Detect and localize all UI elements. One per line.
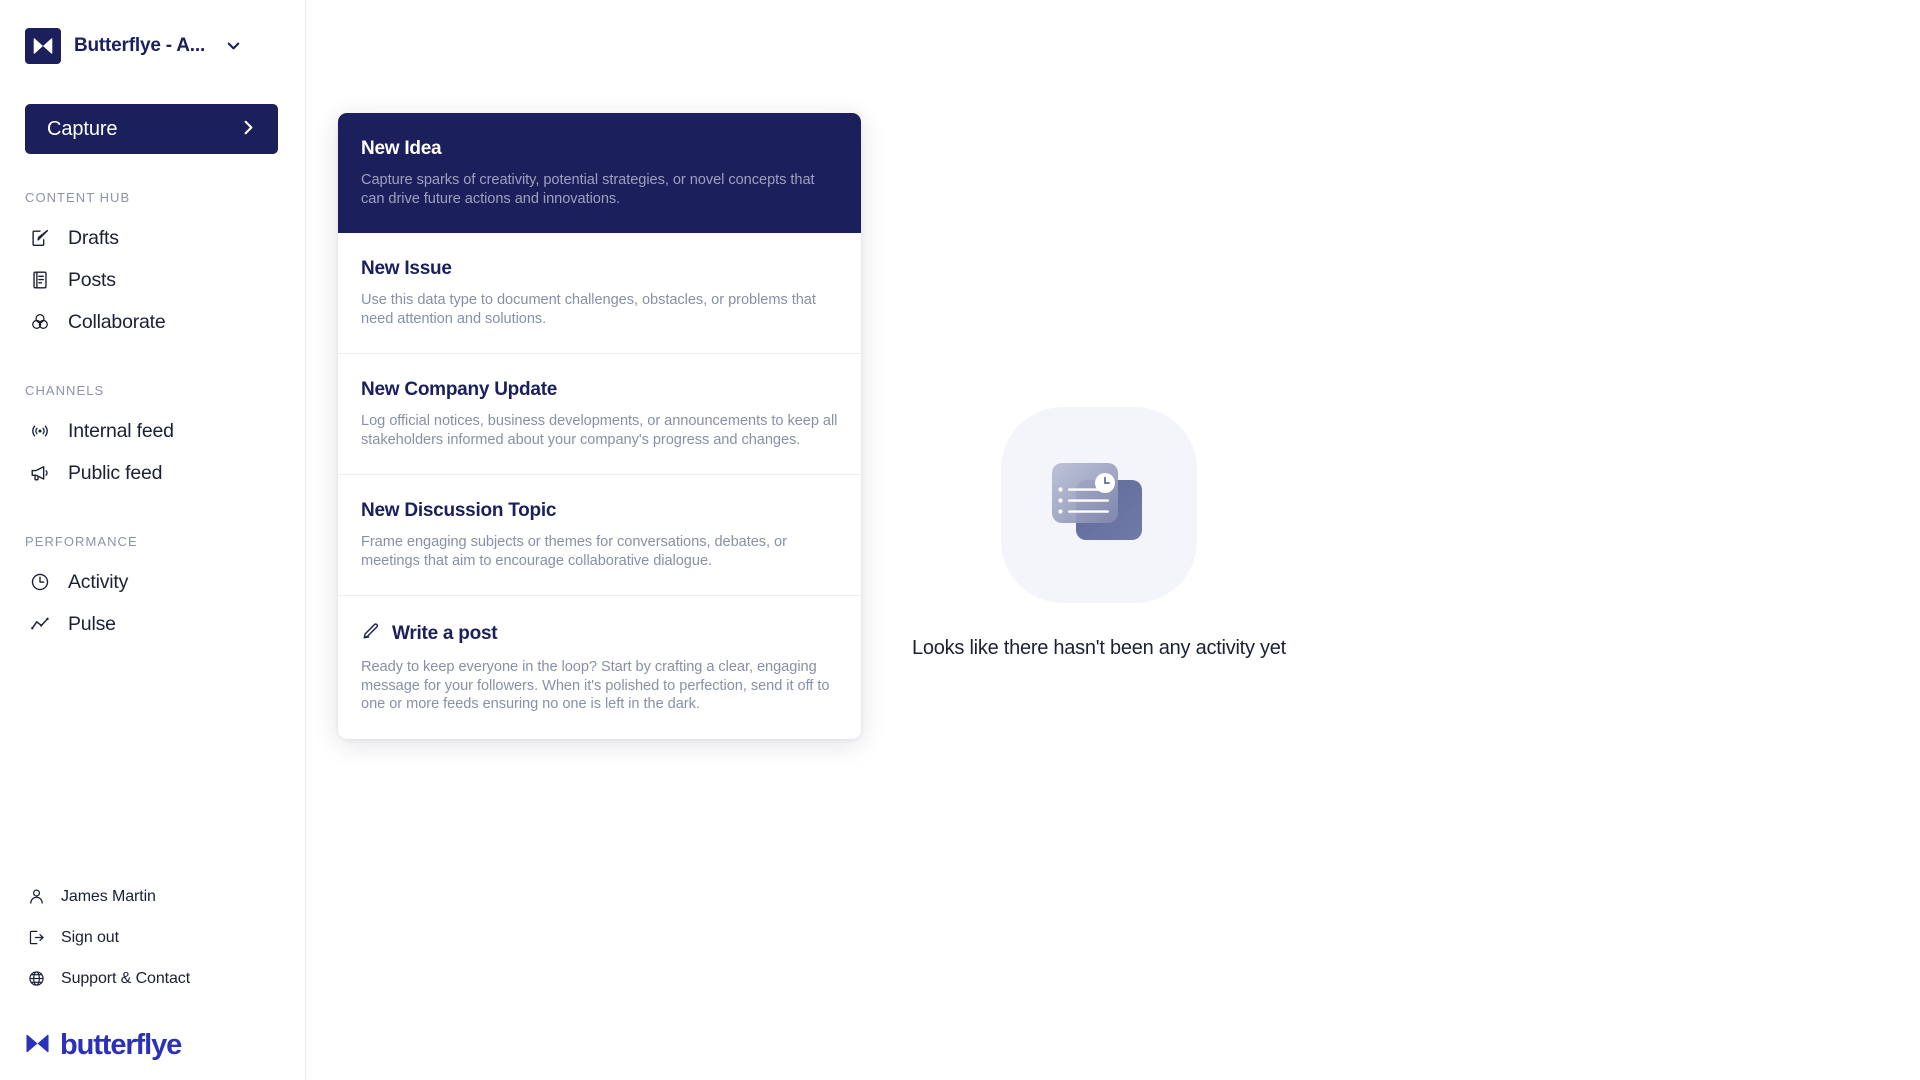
capture-option-title: New Idea	[361, 138, 442, 159]
edit-square-icon	[28, 226, 52, 250]
nav-heading-channels: CHANNELS	[25, 383, 105, 398]
sidebar-item-label: Collaborate	[68, 310, 166, 333]
megaphone-icon	[28, 461, 52, 485]
sidebar-item-label: Sign out	[61, 928, 119, 946]
app-root: Butterflye - A... Capture CONTENT HUB Dr…	[0, 0, 1920, 1080]
document-lines-icon	[28, 268, 52, 292]
sidebar-item-sign-out[interactable]: Sign out	[0, 917, 306, 958]
sidebar-item-drafts[interactable]: Drafts	[0, 217, 305, 259]
sidebar-item-label: Drafts	[68, 226, 119, 249]
empty-state-message: Looks like there hasn't been any activit…	[912, 637, 1286, 659]
nav-section-content-hub: CONTENT HUB Drafts Posts Collaborate	[0, 190, 305, 343]
workspace-switcher[interactable]: Butterflye - A...	[0, 0, 305, 66]
activity-cards-clock-illustration	[1001, 407, 1197, 603]
sidebar-item-posts[interactable]: Posts	[0, 259, 305, 301]
sidebar-item-activity[interactable]: Activity	[0, 561, 305, 603]
sidebar-item-account[interactable]: James Martin	[0, 876, 306, 917]
butterflye-wordmark: butterflye	[0, 999, 306, 1062]
chevron-down-icon[interactable]	[224, 36, 243, 55]
nav-heading-performance: PERFORMANCE	[25, 534, 138, 549]
line-chart-icon	[28, 612, 52, 636]
capture-button-label: Capture	[47, 117, 118, 140]
sidebar-item-label: Posts	[68, 268, 116, 291]
sidebar: Butterflye - A... Capture CONTENT HUB Dr…	[0, 0, 306, 1080]
capture-option-new-idea[interactable]: New Idea Capture sparks of creativity, p…	[338, 113, 861, 234]
wordmark-text: butterflye	[60, 1029, 182, 1061]
capture-option-write-a-post[interactable]: Write a post Ready to keep everyone in t…	[338, 596, 861, 739]
sidebar-footer: James Martin Sign out Support & Contact …	[0, 876, 306, 1080]
capture-option-description: Ready to keep everyone in the loop? Star…	[361, 659, 830, 713]
nav-section-channels: CHANNELS Internal feed Public feed	[0, 383, 305, 494]
capture-option-description: Frame engaging subjects or themes for co…	[361, 534, 787, 569]
sidebar-item-public-feed[interactable]: Public feed	[0, 452, 305, 494]
nav-heading-content-hub: CONTENT HUB	[25, 190, 131, 205]
nav-section-performance: PERFORMANCE Activity Pulse	[0, 534, 305, 645]
empty-state: Looks like there hasn't been any activit…	[879, 407, 1319, 660]
capture-option-description: Capture sparks of creativity, potential …	[361, 172, 815, 207]
workspace-name: Butterflye - A...	[74, 34, 206, 56]
butterflye-mark-icon	[25, 27, 61, 64]
capture-button[interactable]: Capture	[25, 104, 278, 154]
capture-option-title: New Discussion Topic	[361, 500, 557, 522]
capture-option-description: Use this data type to document challenge…	[361, 292, 816, 327]
user-icon	[26, 887, 46, 907]
chevron-right-icon	[239, 118, 258, 140]
capture-option-title: Write a post	[392, 623, 498, 645]
sidebar-item-label: Pulse	[68, 612, 116, 635]
capture-option-new-discussion-topic[interactable]: New Discussion Topic Frame engaging subj…	[338, 475, 861, 597]
sidebar-item-pulse[interactable]: Pulse	[0, 603, 305, 645]
capture-option-title-row: Write a post	[361, 621, 838, 647]
sidebar-item-label: Activity	[68, 570, 129, 593]
capture-option-title: New Company Update	[361, 379, 558, 401]
main-content: New Idea Capture sparks of creativity, p…	[306, 0, 1920, 1080]
capture-option-title: New Issue	[361, 258, 452, 280]
sidebar-item-collaborate[interactable]: Collaborate	[0, 301, 305, 343]
sidebar-item-support-contact[interactable]: Support & Contact	[0, 958, 306, 999]
logout-icon	[26, 928, 46, 948]
sidebar-item-internal-feed[interactable]: Internal feed	[0, 410, 305, 452]
capture-option-new-issue[interactable]: New Issue Use this data type to document…	[338, 233, 861, 355]
capture-option-description: Log official notices, business developme…	[361, 413, 838, 448]
capture-option-new-company-update[interactable]: New Company Update Log official notices,…	[338, 354, 861, 476]
sidebar-item-label: James Martin	[61, 887, 156, 905]
broadcast-signal-icon	[28, 419, 52, 443]
venn-circles-icon	[28, 310, 52, 334]
sidebar-item-label: Public feed	[68, 461, 163, 484]
capture-dropdown-panel: New Idea Capture sparks of creativity, p…	[338, 113, 861, 739]
butterflye-mark-icon	[24, 1030, 51, 1062]
sidebar-item-label: Support & Contact	[61, 969, 191, 987]
globe-icon	[26, 969, 46, 989]
clock-icon	[28, 570, 52, 594]
sidebar-item-label: Internal feed	[68, 419, 174, 442]
pencil-icon	[361, 621, 381, 647]
